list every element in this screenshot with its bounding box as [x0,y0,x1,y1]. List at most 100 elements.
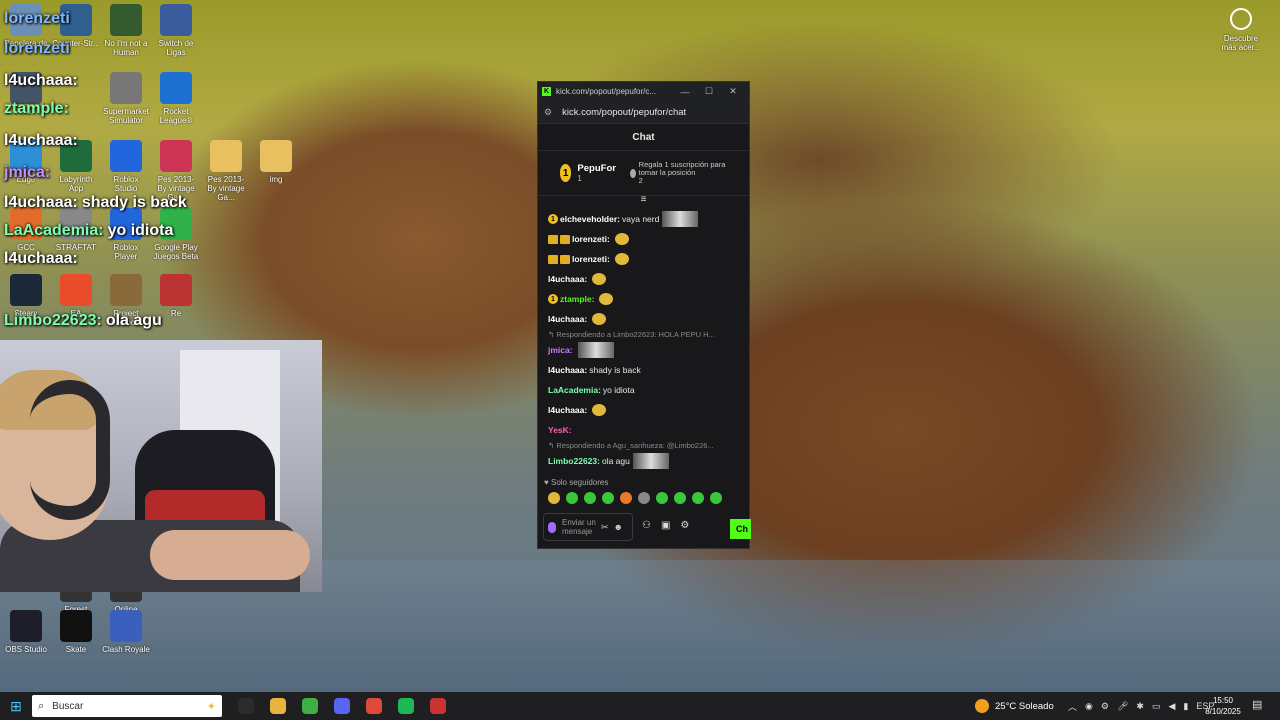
overlay-username: l4uchaaa: [4,194,78,211]
desktop-icon[interactable]: OBS Studio [2,610,50,654]
top-gifter-pinned[interactable]: 1 PepuFor 1 Regala 1 suscripción para to… [538,151,749,196]
start-icon[interactable]: ⊞ [0,698,32,715]
network-icon[interactable]: ▭ [1152,701,1161,712]
taskbar-app[interactable] [230,692,262,720]
notification-icon[interactable]: ▤ [1252,698,1262,711]
send-button[interactable]: Ch [730,519,751,539]
emote-9[interactable] [692,492,704,504]
chat-message[interactable]: jmica: [548,340,743,360]
store-icon[interactable]: ▣ [661,520,670,531]
chat-message[interactable]: Limbo22623: ola agu [548,451,743,471]
mic-icon[interactable] [548,521,556,533]
close-icon[interactable]: ✕ [721,86,745,97]
chat-username[interactable]: l4uchaaa: [548,405,587,415]
chat-message[interactable]: lorenzeti: [548,229,743,249]
discover-label: Descubre más acer... [1221,34,1261,52]
chat-input[interactable]: Enviar un mensaje ✂ ☻ [543,513,633,541]
emote-2[interactable] [566,492,578,504]
emote-3[interactable] [584,492,596,504]
chat-popout-window[interactable]: K kick.com/popout/pepufor/c... — ☐ ✕ ⚙ k… [537,81,751,549]
app-icon [160,4,192,36]
weather-widget[interactable]: 25°C Soleado [975,692,1066,720]
taskbar-app[interactable] [294,692,326,720]
taskbar-app[interactable] [358,692,390,720]
chat-message[interactable]: YesK: [548,420,743,440]
chat-message[interactable]: l4uchaaa: [548,400,743,420]
emote-6[interactable] [638,492,650,504]
chat-message[interactable]: 1 elcheveholder: vaya nerd [548,209,743,229]
chat-message[interactable]: lorenzeti: [548,249,743,269]
overlay-username: ztample: [4,100,69,117]
emote-7[interactable] [656,492,668,504]
desktop-icon[interactable]: Skate [52,610,100,654]
emote-quick-bar[interactable] [548,492,722,504]
record-icon[interactable]: ◉ [1085,701,1093,712]
desktop-icon[interactable]: No I'm not a Human [102,4,150,57]
desktop-icon[interactable]: Pes 2013- By vintage Ga... [152,140,200,202]
taskbar-app[interactable] [422,692,454,720]
chat-message[interactable]: 1 ztample: [548,289,743,309]
mic-tray-icon[interactable]: 🎤︎ [1117,701,1128,712]
taskbar-app[interactable] [262,692,294,720]
gif-icon[interactable]: ✂ [601,522,609,533]
desktop-icon[interactable]: Switch de Ligas [152,4,200,57]
battery-icon[interactable]: ▮ [1183,701,1188,712]
settings-icon[interactable]: ⚙ [680,520,689,531]
discover-widget[interactable]: Descubre más acer... [1218,8,1264,52]
chat-username[interactable]: l4uchaaa: [548,274,587,284]
overlay-message: shady is back [81,194,187,211]
desktop-icon[interactable]: Clash Royale [102,610,150,654]
webcam-feed [0,340,322,592]
volume-icon[interactable]: ◀︎ [1168,701,1175,712]
bluetooth-icon[interactable]: ✱ [1136,701,1144,712]
chat-username[interactable]: jmica: [548,345,573,355]
desktop-icon[interactable]: Rocket League® [152,72,200,125]
taskbar-app[interactable] [390,692,422,720]
clock[interactable]: 15:50 8/10/2025 [1200,695,1246,717]
emoji-icon[interactable]: ☻ [614,522,623,532]
chat-username[interactable]: l4uchaaa: [548,365,587,375]
site-settings-icon[interactable]: ⚙ [544,107,552,118]
desktop-icon[interactable]: Supermarket Simulator [102,72,150,125]
users-icon[interactable]: ⚇ [642,520,651,531]
chat-message[interactable]: l4uchaaa: [548,269,743,289]
chat-username[interactable]: l4uchaaa: [548,314,587,324]
emote-4[interactable] [602,492,614,504]
chat-username[interactable]: elcheveholder: [560,214,620,224]
emote-1[interactable] [548,492,560,504]
url-bar[interactable]: ⚙ kick.com/popout/pepufor/chat [538,101,749,124]
tray-app-icon[interactable]: ⚙ [1101,701,1109,712]
desktop-icon[interactable]: Pes 2013- By vintage Ga... [202,140,250,202]
emote-10[interactable] [710,492,722,504]
reply-context[interactable]: ↰ Respondiendo a Agu_sanhueza: @Limbo226… [548,440,743,451]
gifter-badge-icon: 1 [548,214,558,224]
desktop-icon-label: Roblox Studio [113,175,139,193]
chat-username[interactable]: YesK: [548,425,572,435]
chat-username[interactable]: LaAcademia: [548,385,601,395]
chat-username[interactable]: ztample: [560,294,594,304]
chat-message[interactable]: LaAcademia: yo idiota [548,380,743,400]
chat-username[interactable]: lorenzeti: [572,234,610,244]
collapse-handle-icon[interactable]: ≡ [538,195,749,208]
chat-message[interactable]: l4uchaaa: shady is back [548,360,743,380]
taskbar-search[interactable]: ⌕ Buscar ✦ [32,695,222,717]
desktop-icon[interactable]: img [252,140,300,184]
overlay-username: l4uchaaa: [4,250,78,267]
maximize-icon[interactable]: ☐ [697,86,721,97]
reply-context[interactable]: ↰ Respondiendo a Limbo22623: HOLA PEPU H… [548,329,743,340]
app-icon [60,610,92,642]
emote-5[interactable] [620,492,632,504]
window-titlebar[interactable]: K kick.com/popout/pepufor/c... — ☐ ✕ [538,82,749,101]
minimize-icon[interactable]: — [673,87,697,97]
app-icon [260,140,292,172]
taskbar-app[interactable] [326,692,358,720]
chat-username[interactable]: lorenzeti: [572,254,610,264]
chat-username[interactable]: Limbo22623: [548,456,600,466]
chevron-up-icon[interactable]: ︿ [1068,700,1077,713]
chat-text: vaya nerd [622,214,660,224]
desktop-icon[interactable]: Roblox Studio [102,140,150,193]
overlay-message: yo idiota [107,222,174,239]
chat-message[interactable]: l4uchaaa: [548,309,743,329]
emote-8[interactable] [674,492,686,504]
weather-text: 25°C Soleado [995,700,1054,712]
